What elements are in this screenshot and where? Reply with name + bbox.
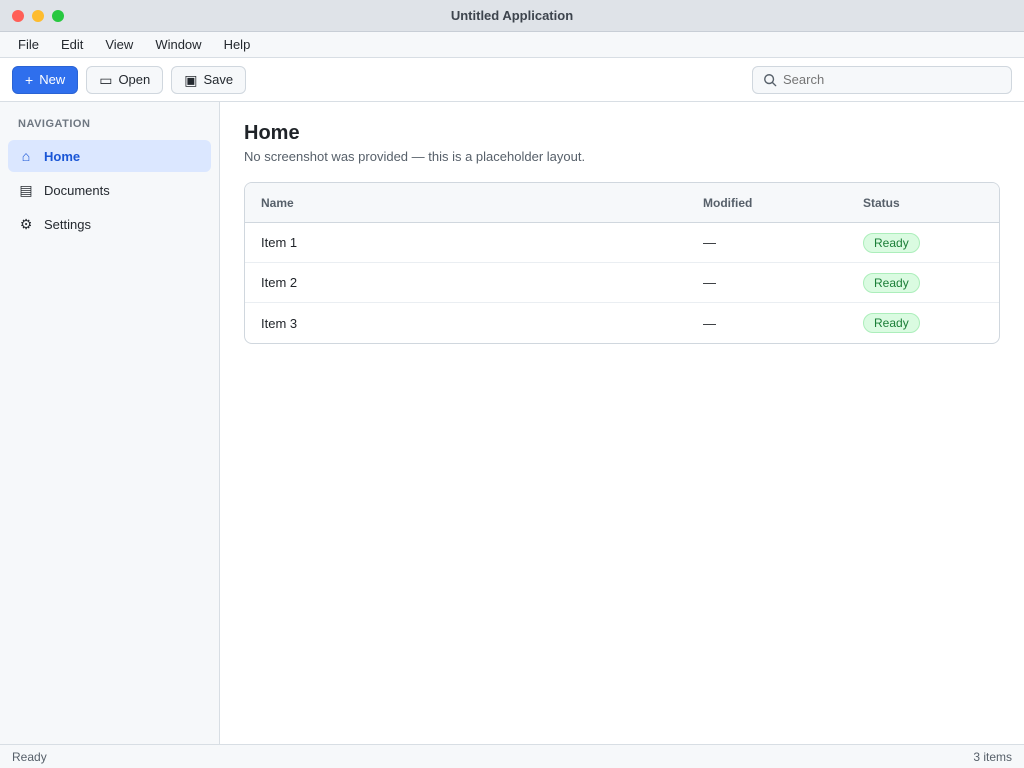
row-name: Item 2 — [261, 275, 298, 290]
toolbar: + New ▭ Open ▣ Save — [0, 58, 1024, 102]
row-modified: — — [703, 275, 716, 290]
column-header-status[interactable]: Status — [863, 196, 983, 210]
item-count: 3 items — [973, 749, 1012, 764]
menu-view[interactable]: View — [95, 33, 143, 56]
table-row[interactable]: Item 2 — Ready — [245, 263, 999, 303]
page-subtitle: No screenshot was provided — this is a p… — [244, 149, 586, 164]
column-header-name[interactable]: Name — [261, 196, 703, 210]
status-badge: Ready — [863, 272, 920, 293]
menu-help[interactable]: Help — [214, 33, 261, 56]
search-icon — [764, 73, 777, 86]
status-badge: Ready — [863, 232, 920, 253]
sidebar-heading: Navigation — [18, 118, 91, 130]
search-input[interactable] — [783, 72, 1001, 87]
main-panel: Home No screenshot was provided — this i… — [220, 102, 1024, 744]
sidebar-item-label: Documents — [44, 182, 110, 198]
save-icon: ▣ — [184, 71, 198, 88]
row-modified: — — [703, 235, 716, 250]
sidebar-item-settings[interactable]: ⚙ Settings — [8, 208, 211, 240]
maximize-window-button[interactable] — [52, 9, 64, 22]
save-button[interactable]: ▣ Save — [171, 65, 247, 94]
close-window-button[interactable] — [12, 9, 24, 22]
search-box[interactable] — [752, 65, 1012, 94]
window-controls — [12, 9, 64, 22]
table-header: Name Modified Status — [245, 183, 999, 223]
table-row[interactable]: Item 1 — Ready — [245, 223, 999, 263]
item-table: Name Modified Status Item 1 — Ready Item… — [244, 182, 1000, 344]
page-title: Home — [244, 122, 300, 144]
sidebar-item-label: Settings — [44, 216, 91, 232]
sidebar-item-label: Home — [44, 148, 81, 164]
menu-window[interactable]: Window — [145, 33, 211, 56]
minimize-window-button[interactable] — [32, 9, 44, 22]
row-name: Item 3 — [261, 315, 298, 331]
plus-icon: + — [25, 71, 34, 88]
content-area: Navigation ⌂ Home ▤ Documents ⚙ Settings… — [0, 102, 1024, 744]
sidebar: Navigation ⌂ Home ▤ Documents ⚙ Settings — [0, 102, 220, 744]
gear-icon: ⚙ — [19, 215, 33, 232]
new-button-label: New — [39, 72, 66, 87]
new-button[interactable]: + New — [12, 65, 79, 94]
menu-file[interactable]: File — [8, 33, 49, 56]
sidebar-item-home[interactable]: ⌂ Home — [8, 140, 211, 172]
table-row[interactable]: Item 3 — Ready — [245, 303, 999, 343]
sidebar-item-documents[interactable]: ▤ Documents — [8, 174, 211, 206]
status-bar: Ready 3 items — [0, 744, 1024, 768]
column-header-modified[interactable]: Modified — [703, 196, 863, 210]
menu-edit[interactable]: Edit — [51, 33, 93, 56]
open-button[interactable]: ▭ Open — [86, 65, 164, 94]
home-icon: ⌂ — [21, 148, 31, 164]
app-window: Untitled Application File Edit View Wind… — [0, 0, 1024, 768]
status-text: Ready — [12, 749, 47, 764]
row-modified: — — [703, 315, 716, 331]
status-badge: Ready — [863, 313, 920, 333]
menu-bar: File Edit View Window Help — [0, 32, 1024, 58]
document-icon: ▤ — [19, 181, 33, 198]
window-title: Untitled Application — [450, 8, 574, 23]
folder-icon: ▭ — [99, 71, 113, 88]
save-button-label: Save — [203, 72, 234, 87]
row-name: Item 1 — [261, 235, 298, 250]
title-bar[interactable]: Untitled Application — [0, 0, 1024, 32]
open-button-label: Open — [118, 72, 151, 87]
